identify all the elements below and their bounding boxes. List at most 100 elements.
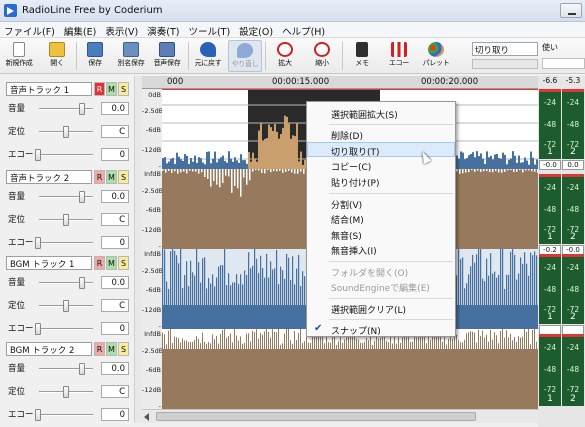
waveform-bar xyxy=(534,169,536,172)
volume-slider-thumb[interactable] xyxy=(79,103,85,115)
echo-value[interactable]: 0 xyxy=(101,236,129,249)
echo-slider-thumb[interactable] xyxy=(35,323,41,335)
ctx-silence[interactable]: 無音(S) xyxy=(307,227,455,242)
record-button[interactable]: R xyxy=(94,82,105,96)
audio-save-icon xyxy=(159,42,175,57)
pan-slider-thumb[interactable] xyxy=(63,126,69,138)
save-button[interactable]: 保存 xyxy=(78,40,112,72)
palette-button[interactable]: パレット xyxy=(419,40,453,72)
echo-slider-thumb[interactable] xyxy=(35,409,41,421)
ctx-delete[interactable]: 削除(D) xyxy=(307,127,455,142)
waveform-bar xyxy=(446,344,447,349)
waveform-bar xyxy=(276,332,277,349)
minimize-button[interactable] xyxy=(560,3,582,18)
record-button[interactable]: R xyxy=(94,256,105,270)
mute-button[interactable]: M xyxy=(106,342,117,356)
solo-button[interactable]: S xyxy=(118,342,129,356)
pan-value[interactable]: C xyxy=(101,299,129,312)
echo-value[interactable]: 0 xyxy=(101,148,129,161)
side-field[interactable] xyxy=(542,58,585,69)
track-name[interactable]: 音声トラック 2 xyxy=(6,170,92,184)
pan-value[interactable]: C xyxy=(101,125,129,138)
save-as-button[interactable]: 別名保存 xyxy=(114,40,148,72)
meter-block: -24 -48 -72 1 -24 -48 -72 2 xyxy=(538,334,585,414)
echo-slider-thumb[interactable] xyxy=(35,237,41,249)
zoom-in-button[interactable]: 拡大 xyxy=(268,40,302,72)
volume-slider-thumb[interactable] xyxy=(79,277,85,289)
track-name[interactable]: 音声トラック 1 xyxy=(6,82,92,96)
menu-help[interactable]: ヘルプ(H) xyxy=(278,22,330,38)
echo-slider[interactable] xyxy=(39,328,93,330)
echo-slider[interactable] xyxy=(39,414,93,416)
volume-value[interactable]: 0.0 xyxy=(101,276,129,289)
pan-value[interactable]: C xyxy=(101,213,129,226)
waveform-bar xyxy=(242,343,243,349)
record-button[interactable]: R xyxy=(94,170,105,184)
volume-value[interactable]: 0.0 xyxy=(101,102,129,115)
menu-file[interactable]: ファイル(F) xyxy=(0,22,60,38)
pan-value[interactable]: C xyxy=(101,385,129,398)
solo-button[interactable]: S xyxy=(118,170,129,184)
waveform-bar xyxy=(400,342,401,349)
waveform-bar xyxy=(531,169,533,172)
volume-slider-thumb[interactable] xyxy=(79,363,85,375)
pan-slider-thumb[interactable] xyxy=(63,300,69,312)
waveform-bar xyxy=(524,329,525,349)
redo-button[interactable]: やり直し xyxy=(228,40,262,72)
menu-play[interactable]: 演奏(T) xyxy=(143,22,184,38)
zoom-out-button[interactable]: 縮小 xyxy=(305,40,339,72)
echo-slider-thumb[interactable] xyxy=(35,149,41,161)
ctx-clear-selection[interactable]: 選択範囲クリア(L) xyxy=(307,301,455,316)
mute-button[interactable]: M xyxy=(106,82,117,96)
echo-value[interactable]: 0 xyxy=(101,322,129,335)
waveform-bar xyxy=(252,330,253,349)
eq-button[interactable]: エコー xyxy=(382,40,416,72)
waveform-bar xyxy=(284,333,285,349)
echo-slider[interactable] xyxy=(39,242,93,244)
edit-slider[interactable] xyxy=(472,59,538,69)
track-lane-4[interactable] xyxy=(162,329,538,409)
volume-value[interactable]: 0.0 xyxy=(101,362,129,375)
mute-button[interactable]: M xyxy=(106,256,117,270)
menu-settings[interactable]: 設定(O) xyxy=(235,22,278,38)
track-name[interactable]: BGM トラック 2 xyxy=(6,342,92,356)
meter-tick: -24 xyxy=(566,263,580,272)
scroll-left-icon[interactable] xyxy=(144,413,149,421)
menu-tools[interactable]: ツール(T) xyxy=(184,22,235,38)
ctx-split[interactable]: 分割(V) xyxy=(307,196,455,211)
audio-save-button[interactable]: 音声保存 xyxy=(150,40,184,72)
volume-value[interactable]: 0.0 xyxy=(101,190,129,203)
ctx-cut[interactable]: 切り取り(T) xyxy=(307,142,455,158)
waveform-bar xyxy=(498,157,500,169)
volume-slider-thumb[interactable] xyxy=(79,191,85,203)
waveform-bar xyxy=(374,340,375,349)
ctx-merge[interactable]: 結合(M) xyxy=(307,211,455,226)
pan-slider-thumb[interactable] xyxy=(63,386,69,398)
track-name[interactable]: BGM トラック 1 xyxy=(6,256,92,270)
solo-button[interactable]: S xyxy=(118,256,129,270)
scroll-thumb[interactable] xyxy=(156,412,476,421)
solo-button[interactable]: S xyxy=(118,82,129,96)
echo-slider[interactable] xyxy=(39,154,93,156)
ctx-snap[interactable]: ✔ スナップ(N) xyxy=(307,322,455,337)
horizontal-scrollbar[interactable] xyxy=(142,409,538,423)
ctx-expand-selection[interactable]: 選択範囲拡大(S) xyxy=(307,106,455,121)
menu-view[interactable]: 表示(V) xyxy=(101,22,143,38)
record-button[interactable]: R xyxy=(94,342,105,356)
echo-value[interactable]: 0 xyxy=(101,408,129,421)
memo-button[interactable]: メモ xyxy=(345,40,379,72)
mute-button[interactable]: M xyxy=(106,170,117,184)
menu-edit[interactable]: 編集(E) xyxy=(60,22,101,38)
new-button[interactable]: 新規作成 xyxy=(2,40,36,72)
pan-slider-thumb[interactable] xyxy=(63,214,69,226)
undo-button[interactable]: 元に戻す xyxy=(191,40,225,72)
timeline-ruler[interactable]: 000 00:00:15.000 00:00:20.000 xyxy=(142,76,538,89)
ctx-copy[interactable]: コピー(C) xyxy=(307,158,455,173)
open-button[interactable]: 開く xyxy=(40,40,74,72)
waveform-bar xyxy=(320,335,321,349)
db-label: -InfdB xyxy=(144,322,161,338)
waveform-bar xyxy=(480,169,482,172)
ctx-insert-silence[interactable]: 無音挿入(I) xyxy=(307,242,455,257)
ctx-paste[interactable]: 貼り付け(P) xyxy=(307,174,455,189)
panel-scrollbar[interactable] xyxy=(134,76,142,423)
